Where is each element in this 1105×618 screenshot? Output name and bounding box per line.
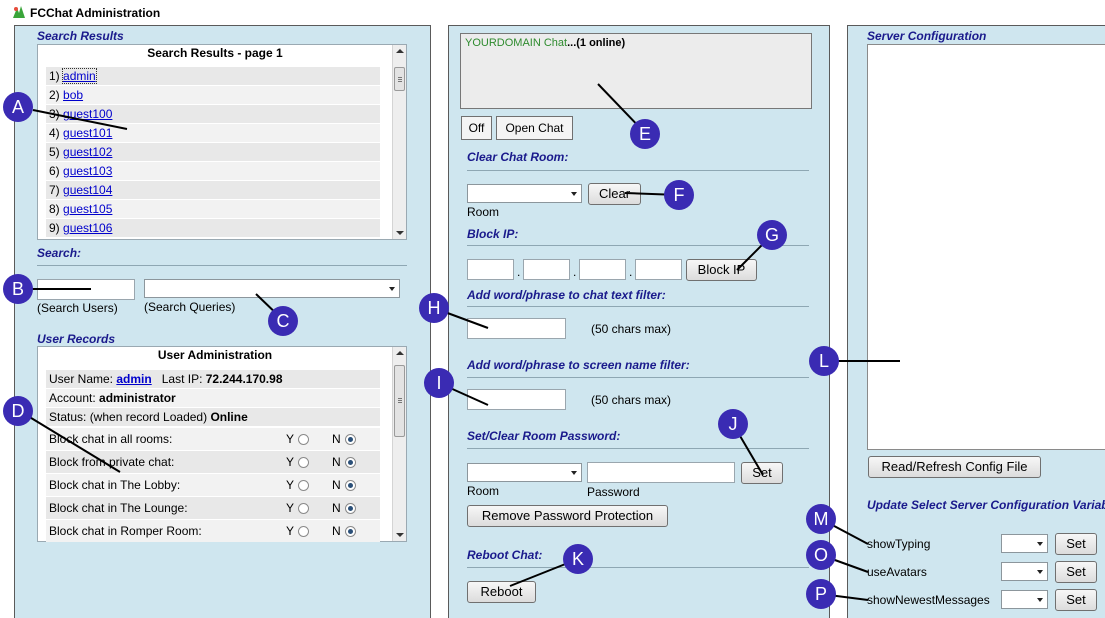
marker-p: P bbox=[806, 579, 836, 609]
callout-lines bbox=[17, 83, 900, 601]
marker-e: E bbox=[630, 119, 660, 149]
marker-i: I bbox=[424, 368, 454, 398]
marker-b: B bbox=[3, 274, 33, 304]
marker-k: K bbox=[563, 544, 593, 574]
marker-a: A bbox=[3, 92, 33, 122]
marker-c: C bbox=[268, 306, 298, 336]
callout-line-d bbox=[17, 409, 121, 473]
marker-f: F bbox=[664, 180, 694, 210]
marker-l: L bbox=[809, 346, 839, 376]
marker-g: G bbox=[757, 220, 787, 250]
callout-line-a bbox=[32, 109, 128, 130]
marker-j: J bbox=[718, 409, 748, 439]
marker-o: O bbox=[806, 540, 836, 570]
marker-h: H bbox=[419, 293, 449, 323]
marker-d: D bbox=[3, 396, 33, 426]
marker-m: M bbox=[806, 504, 836, 534]
